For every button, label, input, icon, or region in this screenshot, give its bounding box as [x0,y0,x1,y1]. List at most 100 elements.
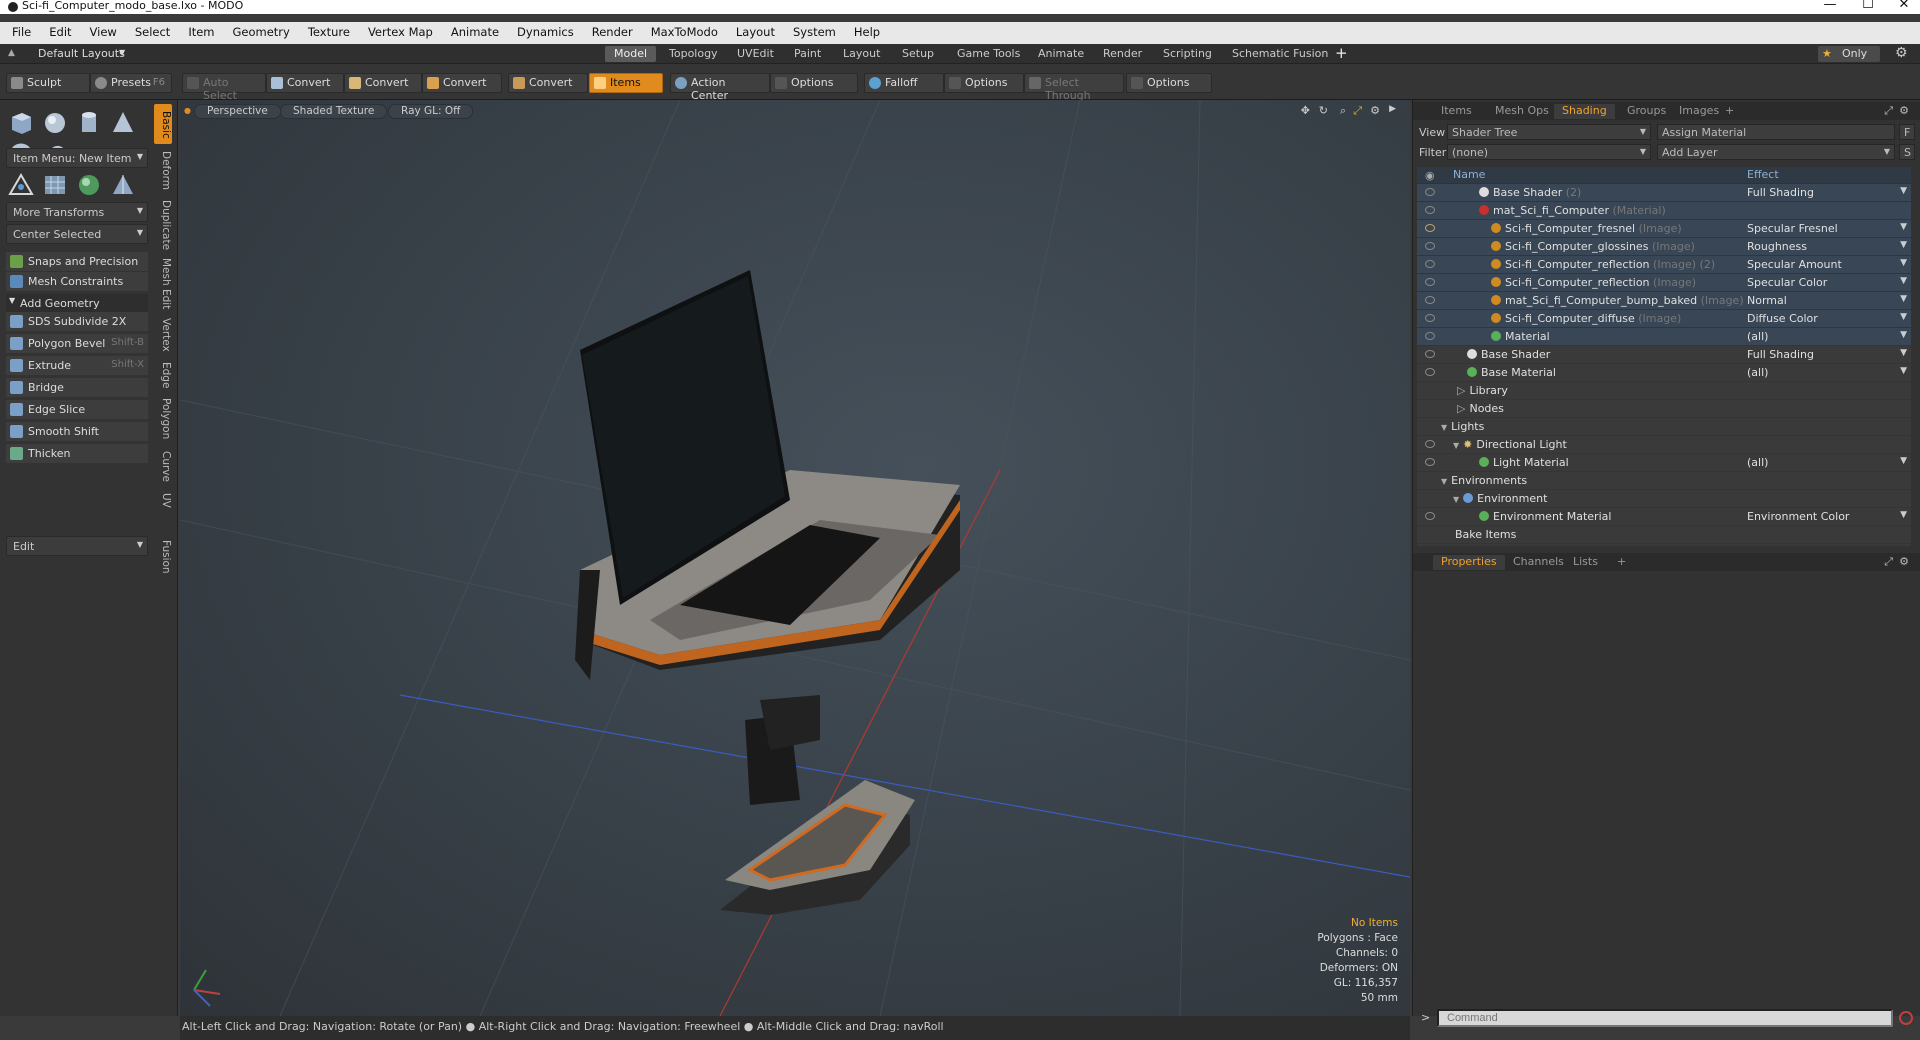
menu-dynamics[interactable]: Dynamics [508,22,583,39]
globe-icon[interactable] [74,170,104,200]
tree-row[interactable]: Sci-fi_Computer_reflection (Image) (2) Sp… [1417,256,1911,274]
gear-icon[interactable]: ⚙ [1895,45,1908,61]
row-effect[interactable]: (all) [1747,330,1768,343]
panel-gear-icon[interactable]: ⚙ [1899,555,1909,568]
row-effect[interactable]: (all) [1747,366,1768,379]
tree-row[interactable]: Base Material (all) ▼ [1417,364,1911,382]
tab-animate[interactable]: Animate [1029,46,1093,62]
chevron-down-icon[interactable]: ▼ [1900,258,1907,268]
chevron-down-icon[interactable]: ▼ [1900,240,1907,250]
tree-row[interactable]: Bake Items [1417,526,1911,544]
expand-arrow-icon[interactable]: ▼ [1441,423,1447,432]
tab-model[interactable]: Model [605,46,657,62]
tree-row[interactable]: Light Material (all) ▼ [1417,454,1911,472]
eye-icon[interactable] [1425,332,1435,340]
tree-row[interactable]: Sci-fi_Computer_fresnel (Image) Specular … [1417,220,1911,238]
menu-item[interactable]: Item [179,22,223,39]
ray-gl-button[interactable]: Ray GL: Off [388,104,474,119]
tab-schematic-fusion[interactable]: Schematic Fusion [1223,46,1337,62]
zoom-icon[interactable]: ⌕ [1340,104,1346,118]
tab-groups[interactable]: Groups [1619,104,1674,119]
chevron-down-icon[interactable]: ▼ [1900,312,1907,322]
add-tab-button[interactable]: + [1717,104,1742,119]
tab-channels[interactable]: Channels [1505,555,1572,570]
tab-items[interactable]: Items [1433,104,1480,119]
eye-icon[interactable] [1425,296,1435,304]
row-effect[interactable]: Roughness [1747,240,1807,253]
chevron-down-icon[interactable]: ▼ [1900,366,1907,376]
brush-icon[interactable] [1425,224,1435,232]
panel-gear-icon[interactable]: ⚙ [1899,104,1909,117]
vtab-curve[interactable]: Curve [154,446,172,484]
view-dropdown[interactable]: Shader Tree ▼ [1447,124,1651,140]
eye-icon[interactable] [1425,458,1435,466]
menu-texture[interactable]: Texture [299,22,359,39]
command-input[interactable] [1437,1009,1893,1027]
convert-edges-button[interactable]: Convert [344,73,422,93]
sphere-icon[interactable] [40,108,70,138]
falloff-button[interactable]: Falloff [864,73,944,93]
tab-paint[interactable]: Paint [785,46,830,62]
row-effect[interactable]: Diffuse Color [1747,312,1818,325]
expand-panel-icon[interactable]: ⤢ [1884,104,1893,118]
tab-properties[interactable]: Properties [1433,555,1505,570]
add-layer-dropdown[interactable]: Add Layer ▼ [1657,144,1895,160]
cone-icon[interactable] [108,108,138,138]
tree-row[interactable]: mat_Sci_fi_Computer (Material) [1417,202,1911,220]
extrude-button[interactable]: Extrude Shift-X [6,356,148,375]
convert-items-button[interactable]: Convert [508,73,588,93]
row-effect[interactable]: Full Shading [1747,186,1814,199]
cylinder-icon[interactable] [74,108,104,138]
tab-lists[interactable]: Lists [1565,555,1606,570]
layout-arrow-icon[interactable]: ▲ [8,48,15,58]
menu-file[interactable]: File [0,22,40,39]
minimize-button[interactable]: — [1810,0,1850,15]
row-effect[interactable]: Specular Amount [1747,258,1842,271]
auto-select-button[interactable]: Auto Select [182,73,266,102]
sculpt-button[interactable]: Sculpt [6,73,90,93]
tree-row[interactable]: ▼ ✸ Directional Light [1417,436,1911,454]
items-mode-button[interactable]: Items [589,73,663,93]
expand-arrow-icon[interactable]: ▼ [1441,477,1447,486]
row-effect[interactable]: Normal [1747,294,1787,307]
assign-material-button[interactable]: Assign Material [1657,124,1895,140]
vtab-duplicate[interactable]: Duplicate [154,196,172,252]
menu-system[interactable]: System [784,22,845,39]
eye-icon[interactable] [1425,440,1435,448]
menu-animate[interactable]: Animate [442,22,508,39]
vtab-fusion[interactable]: Fusion [154,536,172,576]
sds-subdivide-button[interactable]: SDS Subdivide 2X [6,312,148,331]
tab-uvedit[interactable]: UVEdit [728,46,783,62]
bridge-button[interactable]: Bridge [6,378,148,397]
mesh-constraints-button[interactable]: Mesh Constraints [6,272,148,291]
shaded-texture-button[interactable]: Shaded Texture [280,104,388,119]
tree-row[interactable]: Base Shader Full Shading ▼ [1417,346,1911,364]
menu-geometry[interactable]: Geometry [224,22,299,39]
row-effect[interactable]: Specular Color [1747,276,1827,289]
tab-render[interactable]: Render [1094,46,1151,62]
eye-icon[interactable] [1425,188,1435,196]
tree-row[interactable]: Sci-fi_Computer_diffuse (Image) Diffuse C… [1417,310,1911,328]
tree-row[interactable]: Material (all) ▼ [1417,328,1911,346]
chevron-down-icon[interactable]: ▼ [1900,222,1907,232]
menu-edit[interactable]: Edit [40,22,80,39]
tree-row[interactable]: mat_Sci_fi_Computer_bump_baked (Image) No… [1417,292,1911,310]
tree-row[interactable]: Environment Material Environment Color ▼ [1417,508,1911,526]
convert-vertices-button[interactable]: Convert [266,73,344,93]
tree-row[interactable]: ▼ Lights [1417,418,1911,436]
filter-dropdown[interactable]: (none) ▼ [1447,144,1651,160]
presets-button[interactable]: Presets F6 [90,73,172,93]
edge-slice-button[interactable]: Edge Slice [6,400,148,419]
tree-row[interactable]: Sci-fi_Computer_reflection (Image) Specul… [1417,274,1911,292]
rotate-icon[interactable]: ↻ [1319,104,1328,117]
action-center-options-button[interactable]: Options [770,73,858,93]
tab-topology[interactable]: Topology [660,46,727,62]
add-geometry-section[interactable]: ▼ Add Geometry [6,294,148,312]
center-selected-dropdown[interactable]: Center Selected ▼ [6,224,148,244]
tree-row[interactable]: ▼ Environments [1417,472,1911,490]
viewport-options-icon[interactable]: ● [184,106,191,115]
row-effect[interactable]: (all) [1747,456,1768,469]
vtab-uv[interactable]: UV [154,488,172,510]
pyramid-icon[interactable] [108,170,138,200]
tree-row[interactable]: ▼ Environment [1417,490,1911,508]
